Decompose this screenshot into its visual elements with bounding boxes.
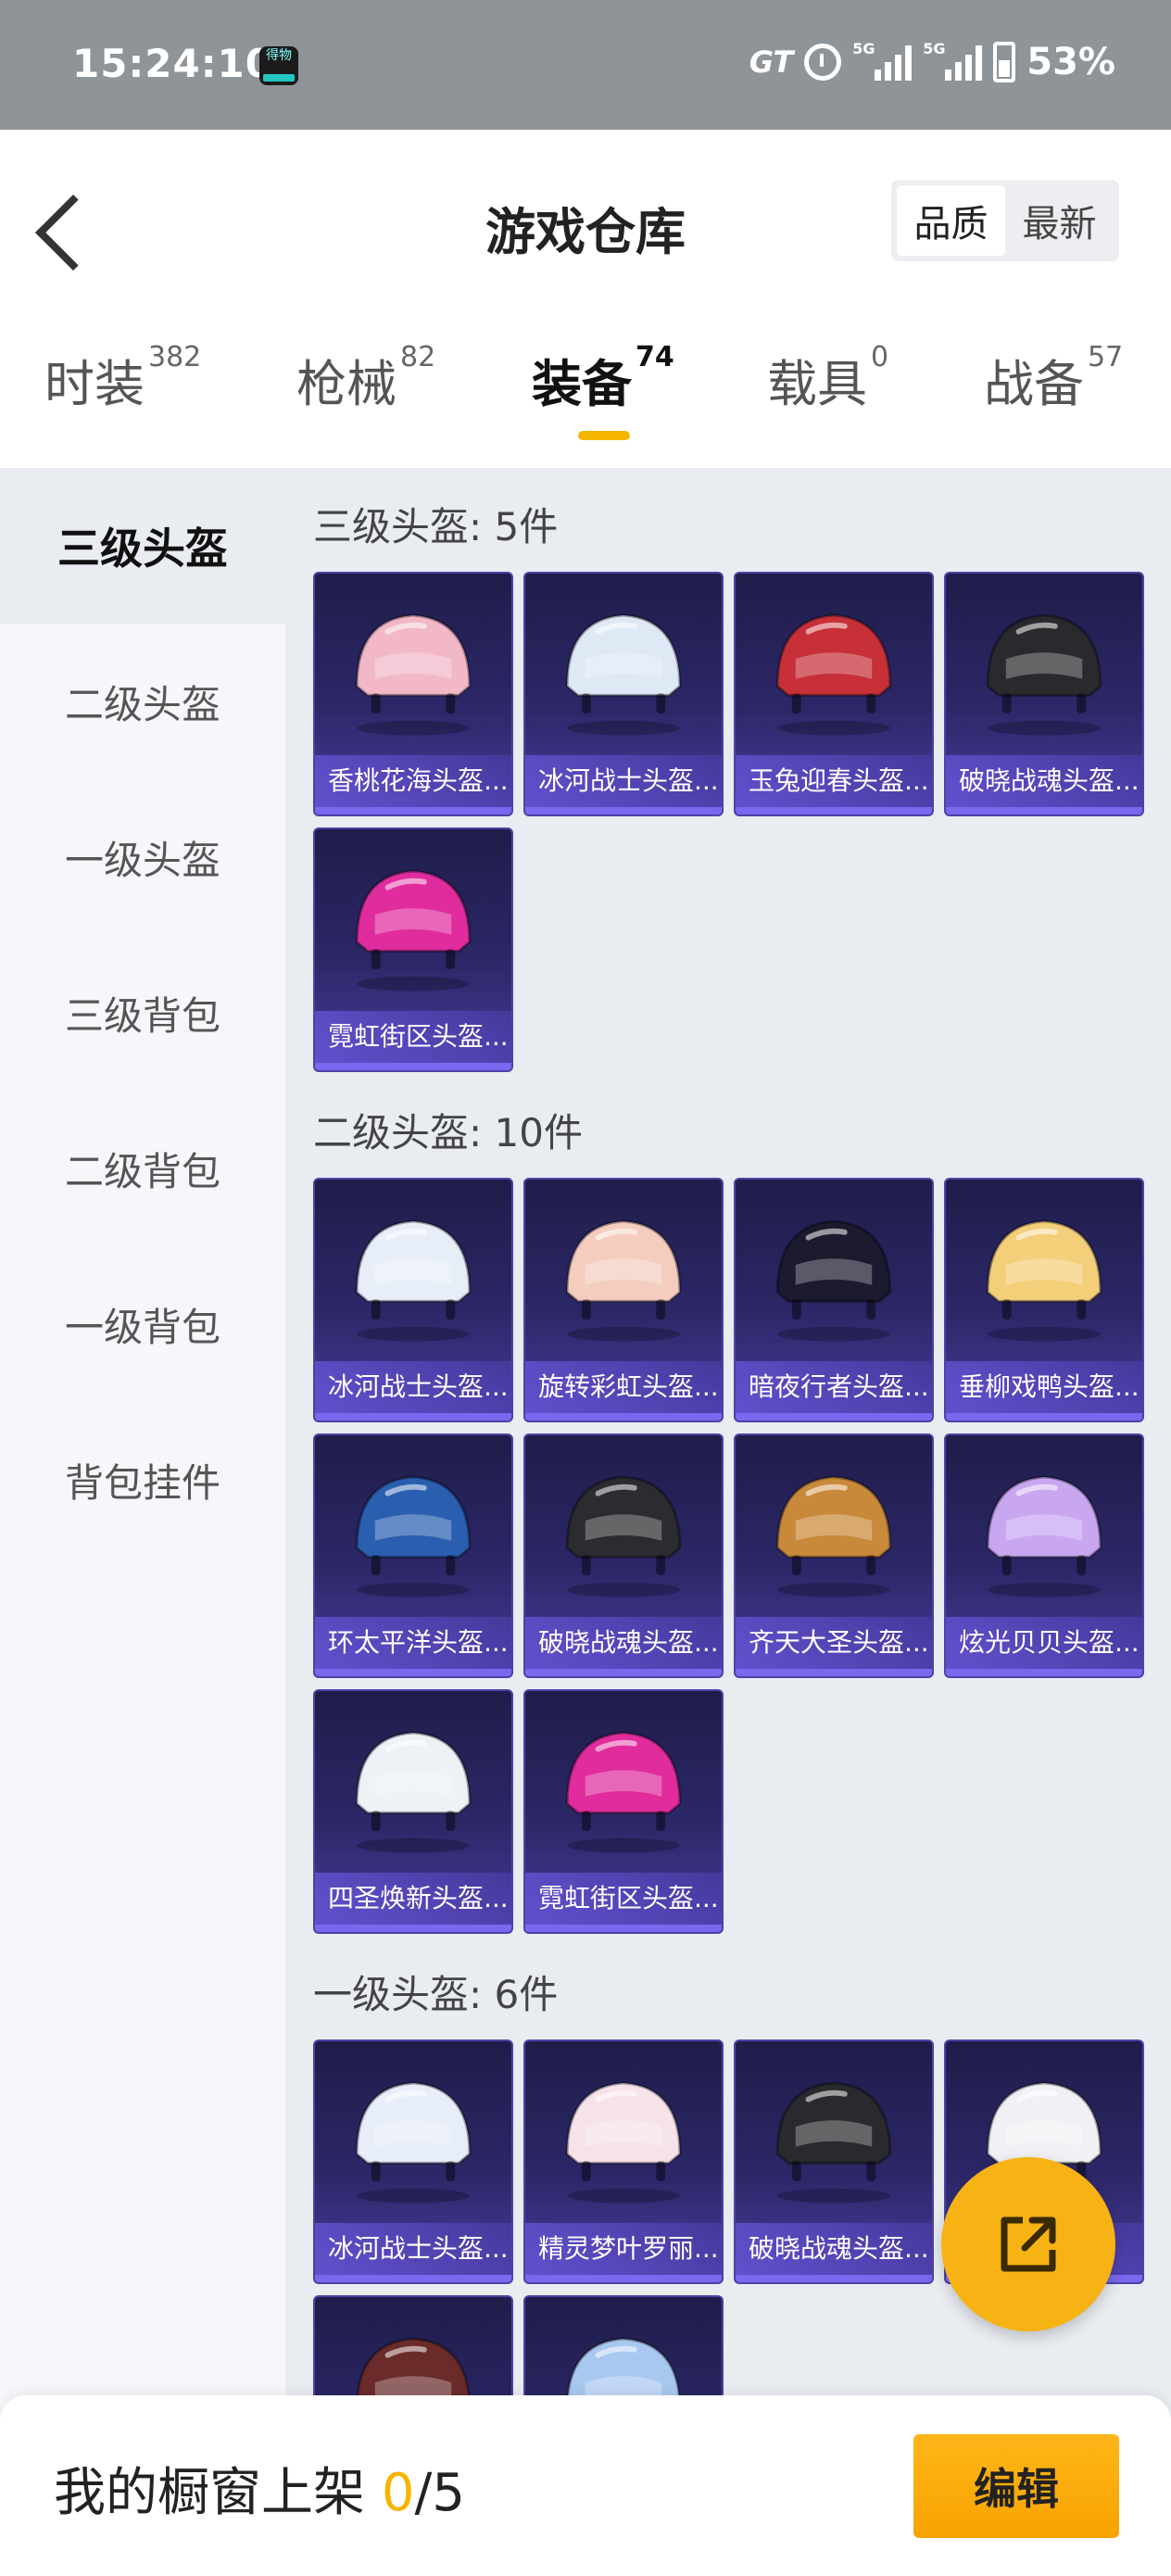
helmet-icon bbox=[525, 1691, 722, 1873]
tab-weapons[interactable]: 枪械 82 bbox=[296, 341, 435, 416]
helmet-icon bbox=[736, 574, 932, 755]
status-bar: 15:24:10 得物 GT 5G 5G 53% bbox=[0, 0, 1171, 130]
item-name: 炫光贝贝头盔... bbox=[946, 1617, 1142, 1669]
item-card[interactable]: 破晓战魂头盔... bbox=[734, 2039, 934, 2284]
helmet-icon bbox=[946, 1435, 1142, 1617]
item-name: 玉兔迎春头盔... bbox=[736, 755, 932, 807]
signal-icon-2: 5G bbox=[923, 40, 983, 81]
page-header: 游戏仓库 品质 最新 时装 382 枪械 82 装备 74 载具 0 战备 57 bbox=[0, 130, 1171, 468]
sort-option-quality[interactable]: 品质 bbox=[897, 185, 1005, 256]
item-card[interactable]: 破晓战魂头盔... bbox=[523, 1433, 724, 1678]
item-name: 精灵梦叶罗丽... bbox=[525, 2223, 722, 2275]
item-card[interactable]: 暗夜行者头盔... bbox=[734, 1178, 934, 1422]
sort-option-newest[interactable]: 最新 bbox=[1005, 185, 1114, 256]
helmet-icon bbox=[315, 574, 511, 755]
item-name: 香桃花海头盔... bbox=[315, 755, 511, 807]
gt-mode-icon: GT bbox=[749, 44, 794, 80]
sort-toggle: 品质 最新 bbox=[891, 180, 1119, 261]
helmet-icon bbox=[525, 2041, 722, 2223]
item-card[interactable]: 霓虹街区头盔... bbox=[313, 827, 513, 1072]
edit-button[interactable]: 编辑 bbox=[913, 2434, 1119, 2538]
showcase-current-count: 0 bbox=[381, 2463, 415, 2523]
helmet-icon bbox=[315, 1435, 511, 1617]
item-name: 环太平洋头盔... bbox=[315, 1617, 511, 1669]
helmet-icon bbox=[315, 1180, 511, 1361]
helmet-icon bbox=[525, 1180, 722, 1361]
tab-vehicles[interactable]: 载具 0 bbox=[767, 341, 888, 416]
tab-supplies[interactable]: 战备 57 bbox=[984, 341, 1123, 416]
item-name: 四圣焕新头盔... bbox=[315, 1873, 511, 1925]
status-icons: GT 5G 5G 53% bbox=[749, 40, 1115, 83]
status-time: 15:24:10 bbox=[72, 41, 273, 86]
sidebar-item-backpack-charm[interactable]: 背包挂件 bbox=[0, 1402, 285, 1558]
sidebar-item-level1-helmet[interactable]: 一级头盔 bbox=[0, 779, 285, 935]
active-tab-indicator bbox=[578, 431, 630, 440]
section-title-level3: 三级头盔: 5件 bbox=[313, 504, 559, 549]
section-title-level2: 二级头盔: 10件 bbox=[313, 1110, 583, 1155]
helmet-icon bbox=[736, 1435, 932, 1617]
item-name: 旋转彩虹头盔... bbox=[525, 1361, 722, 1413]
tab-fashion[interactable]: 时装 382 bbox=[44, 341, 201, 416]
item-name: 破晓战魂头盔... bbox=[736, 2223, 932, 2275]
alarm-icon bbox=[804, 44, 842, 81]
showcase-count-label: 我的橱窗上架 0/5 bbox=[54, 2463, 465, 2523]
item-name: 冰河战士头盔... bbox=[315, 1361, 511, 1413]
item-name: 冰河战士头盔... bbox=[315, 2223, 511, 2275]
item-card[interactable]: 香桃花海头盔... bbox=[313, 572, 513, 816]
showcase-total-count: /5 bbox=[414, 2463, 465, 2523]
item-name: 破晓战魂头盔... bbox=[525, 1617, 722, 1669]
item-card[interactable]: 冰河战士头盔... bbox=[313, 2039, 513, 2284]
helmet-icon bbox=[315, 1691, 511, 1873]
item-name: 破晓战魂头盔... bbox=[946, 755, 1142, 807]
item-name: 齐天大圣头盔... bbox=[736, 1617, 932, 1669]
helmet-icon bbox=[736, 2041, 932, 2223]
sidebar-item-level2-helmet[interactable]: 二级头盔 bbox=[0, 624, 285, 779]
share-button[interactable] bbox=[941, 2157, 1115, 2331]
app-notification-label: 得物 bbox=[266, 48, 292, 63]
item-card[interactable]: 炫光贝贝头盔... bbox=[944, 1433, 1144, 1678]
sidebar-item-level3-helmet[interactable]: 三级头盔 bbox=[0, 468, 285, 624]
battery-percent: 53% bbox=[1026, 41, 1115, 83]
item-card[interactable]: 玉兔迎春头盔... bbox=[734, 572, 934, 816]
sidebar-item-level2-backpack[interactable]: 二级背包 bbox=[0, 1091, 285, 1246]
showcase-bar: 我的橱窗上架 0/5 编辑 bbox=[0, 2395, 1171, 2576]
share-icon bbox=[1001, 2216, 1056, 2272]
item-name: 垂柳戏鸭头盔... bbox=[946, 1361, 1142, 1413]
helmet-icon bbox=[525, 1435, 722, 1617]
helmet-icon bbox=[525, 574, 722, 755]
helmet-icon bbox=[946, 1180, 1142, 1361]
item-card[interactable]: 精灵梦叶罗丽... bbox=[523, 2039, 724, 2284]
sidebar-item-level1-backpack[interactable]: 一级背包 bbox=[0, 1246, 285, 1402]
item-name: 暗夜行者头盔... bbox=[736, 1361, 932, 1413]
item-card[interactable]: 齐天大圣头盔... bbox=[734, 1433, 934, 1678]
helmet-icon bbox=[946, 574, 1142, 755]
item-card[interactable]: 环太平洋头盔... bbox=[313, 1433, 513, 1678]
item-card[interactable]: 霓虹街区头盔... bbox=[523, 1689, 724, 1934]
app-notification-icon: 得物 bbox=[259, 46, 298, 85]
item-card[interactable]: 垂柳戏鸭头盔... bbox=[944, 1178, 1144, 1422]
item-card[interactable]: 四圣焕新头盔... bbox=[313, 1689, 513, 1934]
helmet-icon bbox=[315, 829, 511, 1011]
signal-icon-1: 5G bbox=[852, 40, 913, 81]
section-title-level1: 一级头盔: 6件 bbox=[313, 1972, 559, 2017]
category-sidebar: 三级头盔 二级头盔 一级头盔 三级背包 二级背包 一级背包 背包挂件 bbox=[0, 468, 285, 2576]
item-name: 霓虹街区头盔... bbox=[315, 1011, 511, 1063]
item-name: 冰河战士头盔... bbox=[525, 755, 722, 807]
helmet-icon bbox=[315, 2041, 511, 2223]
sidebar-item-level3-backpack[interactable]: 三级背包 bbox=[0, 935, 285, 1091]
item-card[interactable]: 冰河战士头盔... bbox=[313, 1178, 513, 1422]
battery-icon bbox=[993, 42, 1016, 82]
item-card[interactable]: 破晓战魂头盔... bbox=[944, 572, 1144, 816]
helmet-icon bbox=[736, 1180, 932, 1361]
item-name: 霓虹街区头盔... bbox=[525, 1873, 722, 1925]
tab-equipment[interactable]: 装备 74 bbox=[532, 341, 674, 416]
item-card[interactable]: 冰河战士头盔... bbox=[523, 572, 724, 816]
item-card[interactable]: 旋转彩虹头盔... bbox=[523, 1178, 724, 1422]
